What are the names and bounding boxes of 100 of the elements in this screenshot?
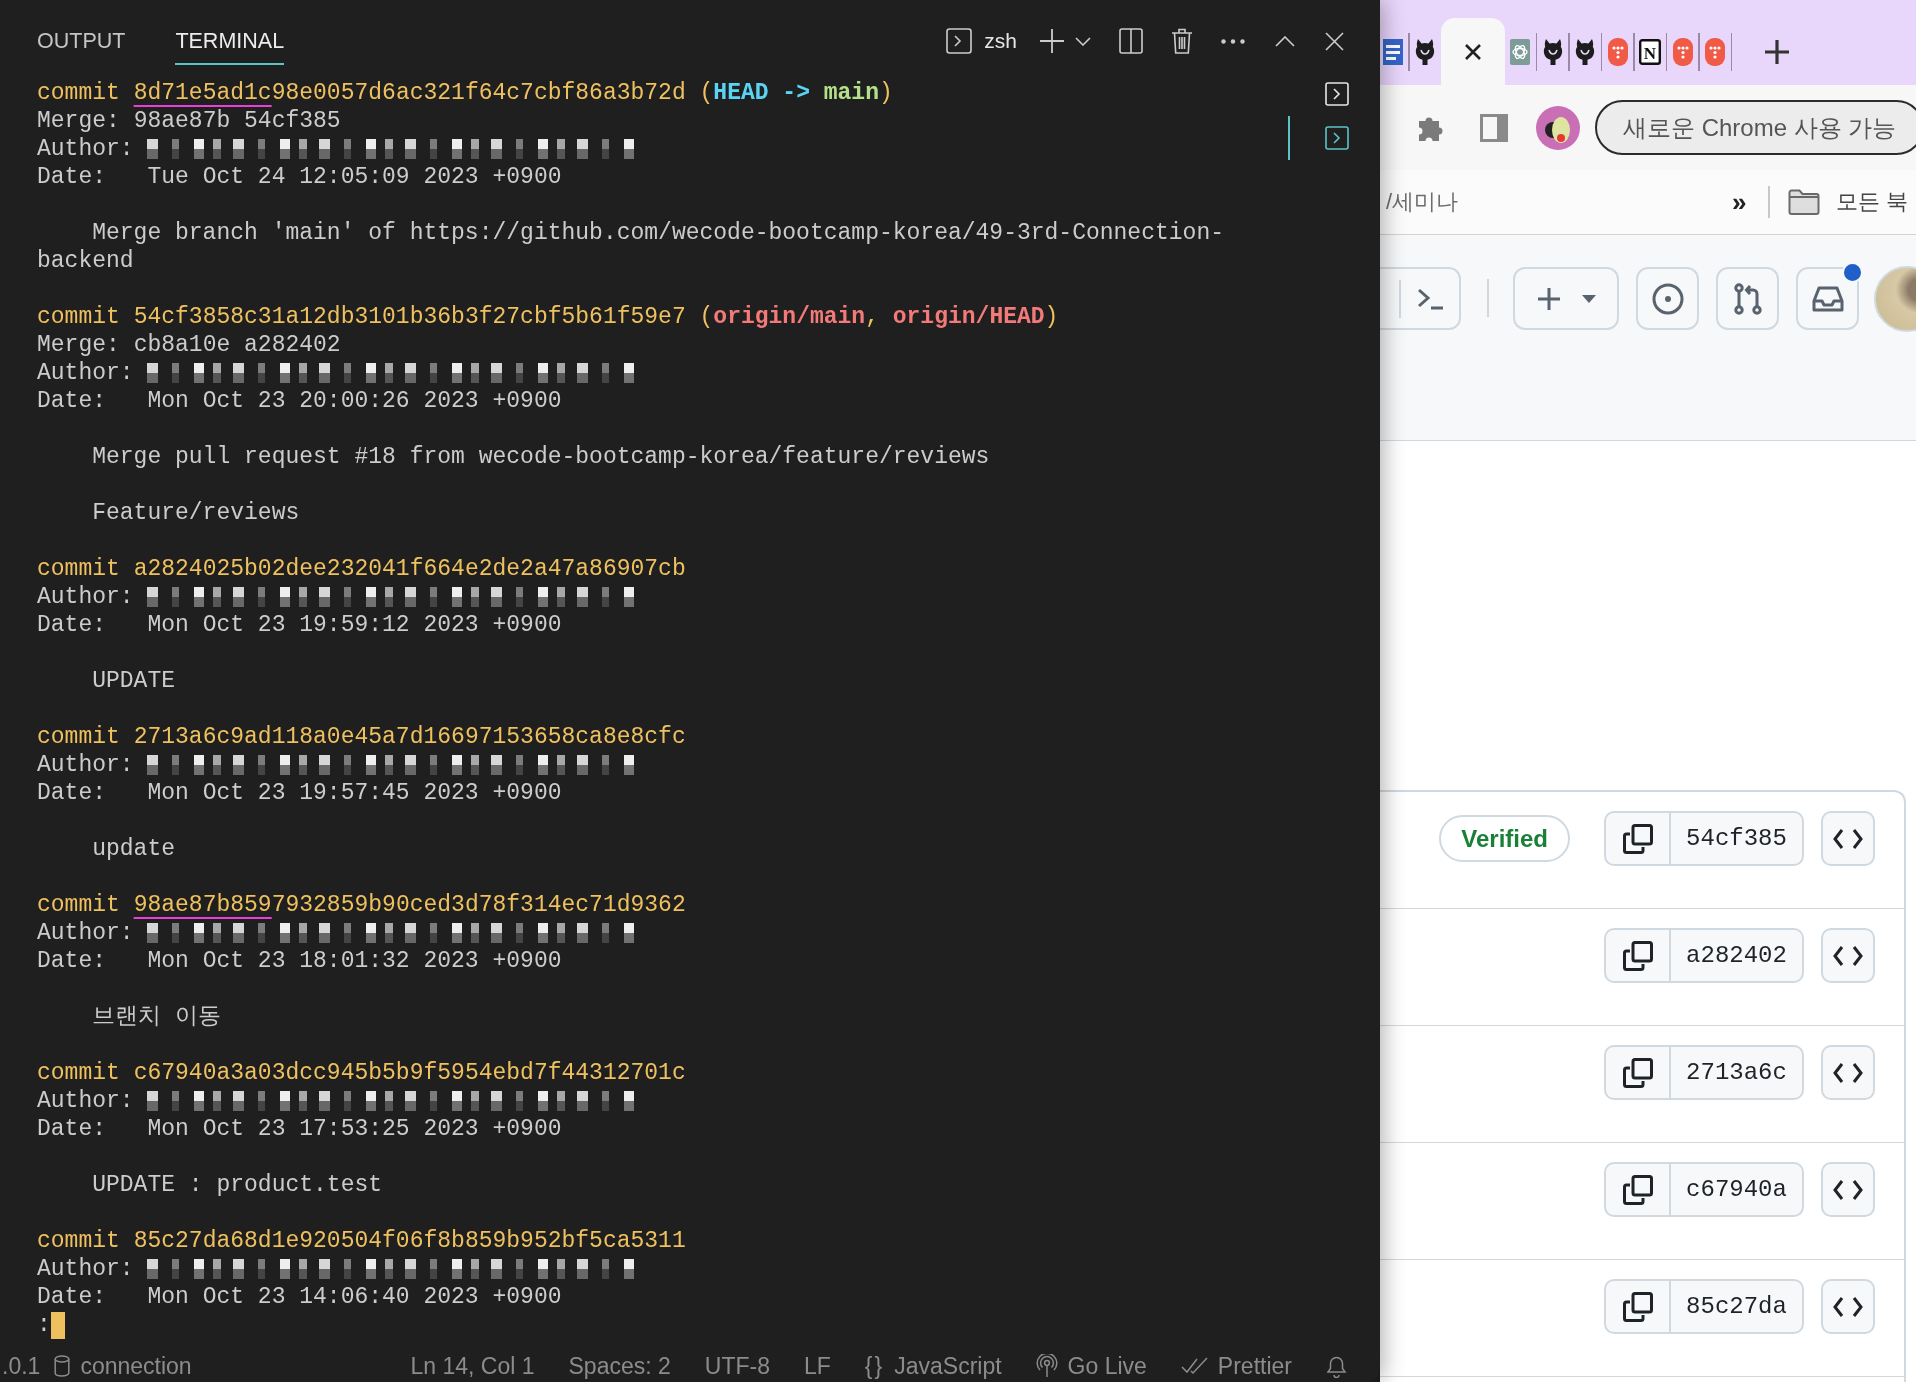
status-item[interactable]: UTF-8 bbox=[704, 1352, 770, 1380]
author-label: Author: bbox=[37, 919, 134, 947]
chevron-up-icon[interactable] bbox=[1275, 35, 1295, 47]
author-label: Author: bbox=[37, 1255, 134, 1283]
knot-icon bbox=[1510, 38, 1530, 65]
commit-date: Mon Oct 23 20:00:26 2023 +0900 bbox=[147, 387, 562, 415]
broadcast-icon bbox=[1035, 1354, 1058, 1378]
pager-prompt: : bbox=[37, 1311, 51, 1339]
terminal-icon[interactable] bbox=[1325, 126, 1349, 150]
copy-sha-button[interactable] bbox=[1604, 928, 1670, 983]
commit-sha-button[interactable]: a282402 bbox=[1670, 928, 1804, 983]
copy-icon bbox=[1622, 1057, 1653, 1088]
commit-message: 브랜치 이동 bbox=[92, 1003, 221, 1031]
date-label: Date: bbox=[37, 387, 106, 415]
status-item[interactable]: Spaces: 2 bbox=[568, 1352, 671, 1380]
folder-icon bbox=[1787, 189, 1820, 215]
verified-badge[interactable]: Verified bbox=[1439, 815, 1570, 862]
copy-icon bbox=[1622, 940, 1653, 971]
letter-logo: N bbox=[1639, 38, 1661, 65]
status-item[interactable]: Prettier bbox=[1180, 1352, 1292, 1380]
copy-icon bbox=[1622, 1174, 1653, 1205]
chevron-down-icon[interactable] bbox=[1075, 36, 1091, 46]
plus-icon bbox=[1536, 286, 1561, 311]
new-tab-icon[interactable] bbox=[1764, 38, 1790, 65]
author-label: Author: bbox=[37, 135, 134, 163]
author-label: Author: bbox=[37, 1087, 134, 1115]
status-item[interactable]: {} JavaScript bbox=[864, 1352, 1002, 1380]
date-label: Date: bbox=[37, 611, 106, 639]
commit-label: commit bbox=[37, 79, 120, 107]
split-icon[interactable] bbox=[1119, 28, 1143, 54]
issues-button[interactable] bbox=[1636, 267, 1699, 330]
dotted-pill-icon bbox=[1672, 37, 1693, 66]
status-item[interactable]: Ln 14, Col 1 bbox=[410, 1352, 535, 1380]
bell-icon[interactable] bbox=[1326, 1354, 1347, 1378]
panel-tab[interactable]: OUTPUT bbox=[37, 0, 126, 65]
copy-sha-button[interactable] bbox=[1604, 1162, 1670, 1217]
trash-icon[interactable] bbox=[1171, 28, 1193, 54]
copy-icon bbox=[1622, 823, 1653, 854]
shell-name[interactable]: zsh bbox=[984, 29, 1017, 53]
status-item[interactable]: LF bbox=[804, 1352, 831, 1380]
code-icon bbox=[1833, 1178, 1863, 1201]
commit-date: Mon Oct 23 19:59:12 2023 +0900 bbox=[147, 611, 562, 639]
close-icon[interactable] bbox=[1463, 42, 1482, 61]
copy-sha-button[interactable] bbox=[1604, 1279, 1670, 1334]
author-label: Author: bbox=[37, 583, 134, 611]
status-item[interactable]: .0.1 bbox=[2, 1352, 41, 1380]
bookmark-folder[interactable]: 모든 북 bbox=[1787, 187, 1908, 217]
status-item[interactable]: connection bbox=[54, 1352, 192, 1380]
commit-message: Feature/reviews bbox=[92, 499, 300, 527]
commit-label: commit bbox=[37, 303, 120, 331]
pull-requests-button[interactable] bbox=[1716, 267, 1779, 330]
update-chrome-button[interactable]: 새로운 Chrome 사용 가능 bbox=[1595, 100, 1916, 155]
merge-label: Merge: bbox=[37, 107, 120, 135]
command-prompt-icon[interactable] bbox=[1417, 287, 1445, 310]
more-icon[interactable] bbox=[1221, 38, 1245, 44]
dotted-pill-icon bbox=[1607, 37, 1628, 66]
database-icon bbox=[54, 1355, 71, 1377]
side-panel-icon[interactable] bbox=[1480, 113, 1508, 142]
browser-tab[interactable]: N bbox=[1634, 18, 1666, 85]
author-label: Author: bbox=[37, 751, 134, 779]
commit-message: Merge pull request #18 from wecode-bootcamp-korea/feature/reviews bbox=[92, 443, 990, 471]
commit-sha-button[interactable]: 85c27da bbox=[1670, 1279, 1804, 1334]
browse-code-button[interactable] bbox=[1821, 928, 1875, 983]
terminal-icon[interactable] bbox=[946, 28, 973, 54]
author-label: Author: bbox=[37, 359, 134, 387]
cat-face-icon bbox=[1575, 37, 1595, 66]
commit-message: UPDATE bbox=[92, 667, 176, 695]
create-new-button[interactable] bbox=[1513, 267, 1619, 330]
status-item[interactable]: Go Live bbox=[1035, 1352, 1147, 1380]
commit-label: commit bbox=[37, 723, 120, 751]
panel-tab[interactable]: TERMINAL bbox=[175, 0, 285, 65]
bookmark-item[interactable]: /세미나 bbox=[1380, 187, 1459, 217]
document-icon bbox=[1382, 38, 1403, 65]
copy-sha-button[interactable] bbox=[1604, 1045, 1670, 1100]
commit-hash: a2824025b02dee232041f664e2de2a47a86907cb bbox=[133, 555, 686, 583]
commit-hash: 98ae87b8597932859b90ced3d78f314ec71d9362 bbox=[133, 891, 686, 919]
commit-message: update bbox=[92, 835, 176, 863]
commit-sha-button[interactable]: 54cf385 bbox=[1670, 811, 1804, 866]
browse-code-button[interactable] bbox=[1821, 1279, 1875, 1334]
copy-sha-button[interactable] bbox=[1604, 811, 1670, 866]
plus-icon[interactable] bbox=[1039, 28, 1065, 54]
dotted-pill-icon bbox=[1705, 37, 1725, 66]
commit-hash: 85c27da68d1e920504f06f8b859b952bf5ca5311 bbox=[133, 1227, 686, 1255]
commit-date: Mon Oct 23 17:53:25 2023 +0900 bbox=[147, 1115, 562, 1143]
commit-sha-button[interactable]: c67940a bbox=[1670, 1162, 1804, 1217]
commit-hash: 2713a6c9ad118a0e45a7d16697153658ca8e8cfc bbox=[133, 723, 686, 751]
browse-code-button[interactable] bbox=[1821, 1045, 1875, 1100]
commit-date: Mon Oct 23 19:57:45 2023 +0900 bbox=[147, 779, 562, 807]
profile-avatar-icon[interactable] bbox=[1536, 105, 1580, 150]
more-bookmarks-button[interactable]: » bbox=[1731, 186, 1747, 218]
browse-code-button[interactable] bbox=[1821, 1162, 1875, 1217]
commit-hash: 54cf3858c31a12db3101b36b3f27cbf5b61f59e7 bbox=[133, 303, 686, 331]
double-check-icon bbox=[1180, 1357, 1208, 1375]
commit-message: Merge branch 'main' of https://github.com/wecode-bootcamp-korea/49-3rd-Connection- bbox=[92, 219, 1224, 247]
commit-sha-button[interactable]: 2713a6c bbox=[1670, 1045, 1804, 1100]
copy-icon bbox=[1622, 1291, 1653, 1322]
browse-code-button[interactable] bbox=[1821, 811, 1875, 866]
commit-date: Mon Oct 23 18:01:32 2023 +0900 bbox=[147, 947, 562, 975]
pull-request-icon bbox=[1733, 282, 1762, 315]
commit-date: Mon Oct 23 14:06:40 2023 +0900 bbox=[147, 1283, 562, 1311]
